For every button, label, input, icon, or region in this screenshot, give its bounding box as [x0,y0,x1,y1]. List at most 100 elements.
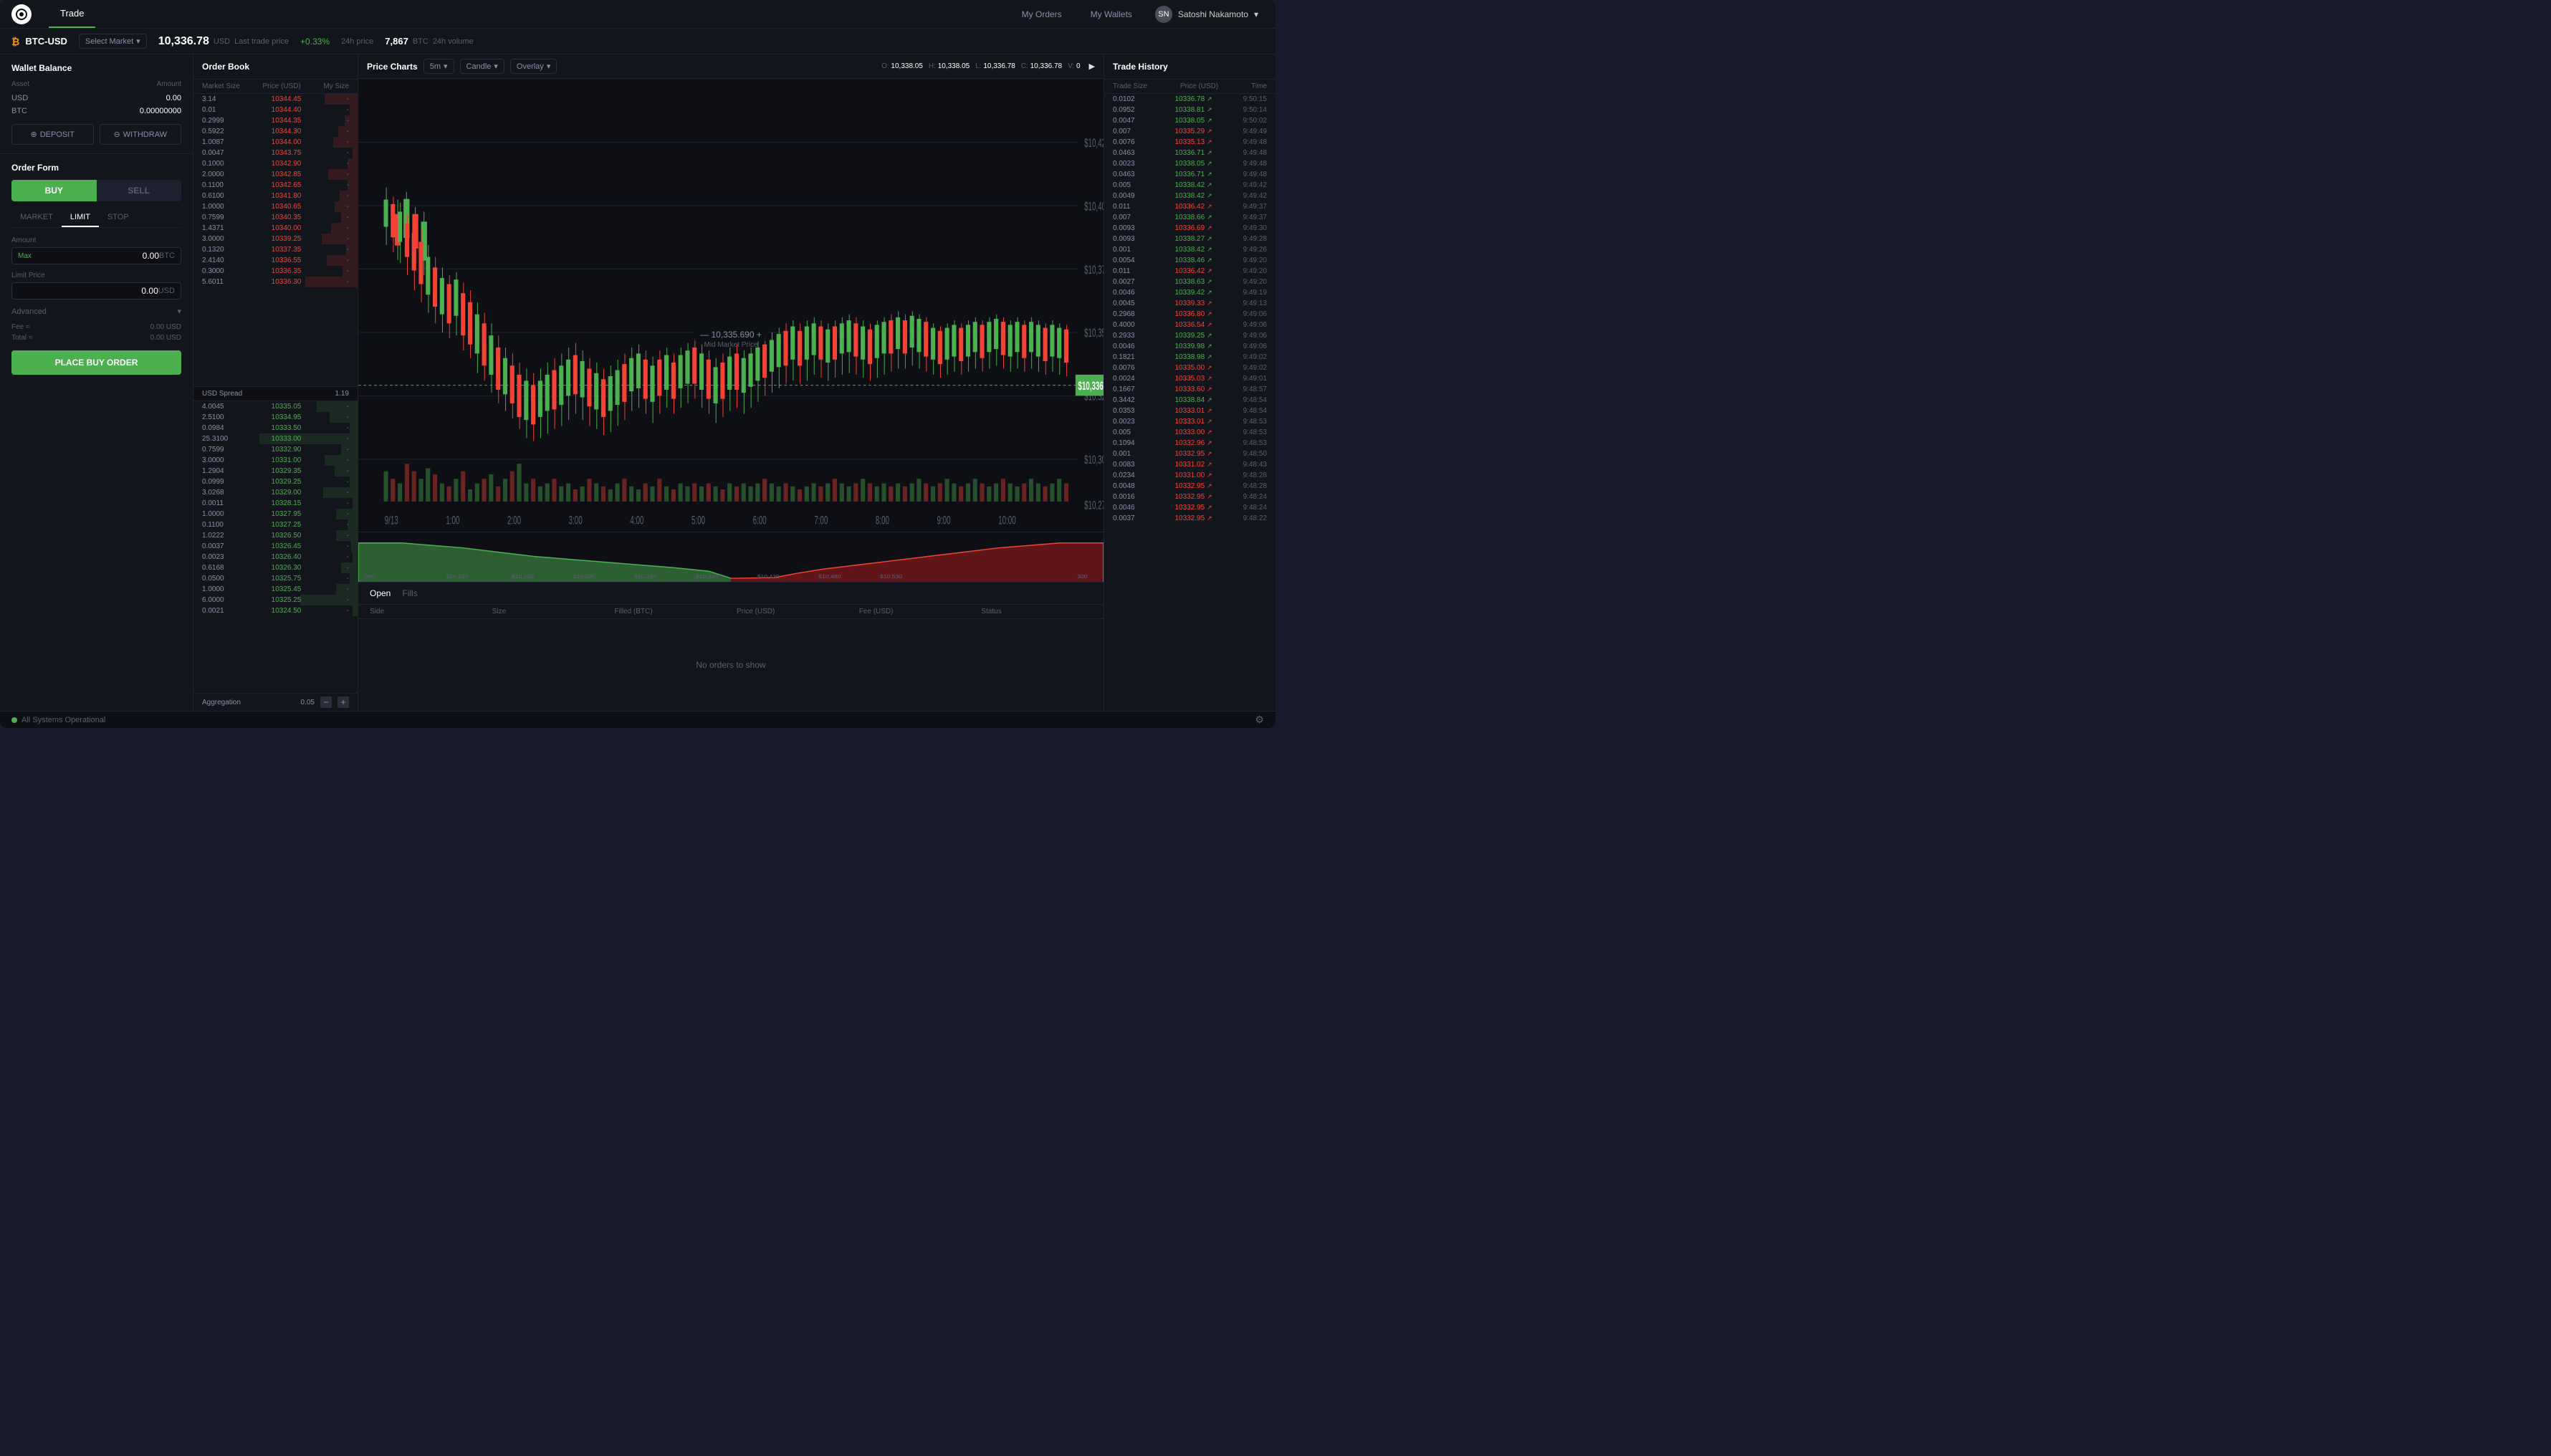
trade-history-row: 0.0037 10332.95 ↗ 9:48:22 [1104,513,1276,524]
ob-ask-row[interactable]: 0.1100 10342.65 - [193,180,358,191]
th-trade-time: 9:48:54 [1235,396,1267,404]
ob-ask-row[interactable]: 0.1320 10337.35 - [193,244,358,255]
order-type-tabs: MARKET LIMIT STOP [11,209,181,228]
sell-tab[interactable]: SELL [97,180,182,201]
timeframe-selector[interactable]: 5m ▾ [423,59,454,74]
th-trade-size: 0.0076 [1113,138,1152,146]
th-trade-price: 10332.95 ↗ [1174,450,1212,458]
ob-ask-row[interactable]: 0.6100 10341.80 - [193,191,358,201]
th-trade-time: 9:49:02 [1235,364,1267,372]
nav-tab-trade[interactable]: Trade [49,0,95,28]
ob-ask-row[interactable]: 1.0000 10340.65 - [193,201,358,212]
ob-ask-row[interactable]: 2.4140 10336.55 - [193,255,358,266]
order-book-title: Order Book [193,54,358,80]
ob-ask-row[interactable]: 3.0000 10339.25 - [193,234,358,244]
svg-text:2:00: 2:00 [507,514,521,527]
th-trade-price: 10338.42 ↗ [1174,246,1212,254]
trade-history-row: 0.011 10336.42 ↗ 9:49:20 [1104,266,1276,277]
logo[interactable] [11,4,32,24]
svg-text:$10,230: $10,230 [512,574,535,580]
ob-ask-row[interactable]: 0.3000 10336.35 - [193,266,358,277]
order-book-spread: USD Spread 1.19 [193,386,358,401]
ob-bid-row[interactable]: 0.0500 10325.75 - [193,573,358,584]
asset-header: Asset [11,80,29,88]
open-orders-tab-open[interactable]: Open [370,588,391,598]
ob-bid-row[interactable]: 4.0045 10335.05 - [193,401,358,412]
th-trade-price: 10333.01 ↗ [1174,407,1212,415]
my-orders-button[interactable]: My Orders [1010,5,1073,24]
trade-history-row: 0.001 10338.42 ↗ 9:49:26 [1104,244,1276,255]
ob-ask-row[interactable]: 1.4371 10340.00 - [193,223,358,234]
stop-tab[interactable]: STOP [99,209,138,227]
my-wallets-button[interactable]: My Wallets [1079,5,1144,24]
ob-ask-row[interactable]: 0.1000 10342.90 - [193,158,358,169]
ob-ask-row[interactable]: 5.6011 10336.30 - [193,277,358,287]
ob-bid-row[interactable]: 1.2904 10329.35 - [193,466,358,476]
th-trade-time: 9:49:20 [1235,257,1267,264]
chart-next-icon[interactable]: ▶ [1089,62,1095,71]
amount-group: Amount Max BTC [11,236,181,264]
ob-bid-row[interactable]: 25.3100 10333.00 - [193,434,358,444]
user-profile[interactable]: SN Satoshi Nakamoto ▾ [1149,3,1264,26]
chart-type-selector[interactable]: Candle ▾ [460,59,504,74]
deposit-button[interactable]: ⊕ DEPOSIT [11,124,94,145]
advanced-row[interactable]: Advanced ▾ [11,307,181,316]
ob-bid-row[interactable]: 0.1100 10327.25 - [193,519,358,530]
withdraw-button[interactable]: ⊖ WITHDRAW [100,124,182,145]
th-trade-time: 9:48:53 [1235,418,1267,426]
ob-ask-row[interactable]: 0.5922 10344.30 - [193,126,358,137]
ob-ask-row[interactable]: 0.2999 10344.35 - [193,115,358,126]
th-trade-time: 9:49:19 [1235,289,1267,297]
asset-usd-amount: 0.00 [166,94,181,102]
th-trade-time: 9:48:24 [1235,504,1267,512]
limit-tab[interactable]: LIMIT [62,209,99,227]
depth-chart: -300 $10,180 $10,230 $10,280 $10,330 $10… [358,532,1104,582]
th-trade-price: 10338.42 ↗ [1174,192,1212,200]
settings-icon[interactable]: ⚙ [1255,714,1264,726]
depth-chart-svg: -300 $10,180 $10,230 $10,280 $10,330 $10… [358,532,1104,582]
trade-history-row: 0.0102 10336.78 ↗ 9:50:15 [1104,94,1276,105]
ob-ask-row[interactable]: 1.0087 10344.00 - [193,137,358,148]
place-order-button[interactable]: PLACE BUY ORDER [11,350,181,375]
ob-bid-row[interactable]: 2.5100 10334.95 - [193,412,358,423]
max-link[interactable]: Max [18,252,32,260]
svg-text:6:00: 6:00 [753,514,767,527]
ob-bid-row[interactable]: 0.0021 10324.50 - [193,605,358,616]
ob-bid-row[interactable]: 0.0037 10326.45 - [193,541,358,552]
ob-bid-row[interactable]: 6.0000 10325.25 - [193,595,358,605]
th-trade-size: 0.001 [1113,450,1152,458]
aggregation-plus-button[interactable]: + [338,696,349,708]
aggregation-minus-button[interactable]: − [320,696,332,708]
ob-ask-row[interactable]: 0.7599 10340.35 - [193,212,358,223]
ob-bid-row[interactable]: 0.0984 10333.50 - [193,423,358,434]
open-orders-tab-fills[interactable]: Fills [402,588,417,598]
limit-price-input[interactable] [18,286,158,296]
ob-ask-row[interactable]: 2.0000 10342.85 - [193,169,358,180]
th-trade-time: 9:49:01 [1235,375,1267,383]
ob-bid-row[interactable]: 0.7599 10332.90 - [193,444,358,455]
aggregation-controls: 0.05 − + [301,696,349,708]
ob-ask-row[interactable]: 0.01 10344.40 - [193,105,358,115]
ob-ask-row[interactable]: 0.0047 10343.75 - [193,148,358,158]
ob-bid-row[interactable]: 3.0268 10329.00 - [193,487,358,498]
ob-ask-row[interactable]: 3.14 10344.45 - [193,94,358,105]
ob-bid-row[interactable]: 1.0000 10327.95 - [193,509,358,519]
market-select-dropdown[interactable]: Select Market ▾ [79,34,147,49]
ob-bid-row[interactable]: 0.0999 10329.25 - [193,476,358,487]
open-orders-col-headers: Side Size Filled (BTC) Price (USD) Fee (… [358,605,1104,619]
ob-bid-row[interactable]: 1.0000 10325.45 - [193,584,358,595]
overlay-selector[interactable]: Overlay ▾ [510,59,557,74]
ob-bid-row[interactable]: 3.0000 10331.00 - [193,455,358,466]
market-tab[interactable]: MARKET [11,209,62,227]
ob-bid-row[interactable]: 0.0011 10328.15 - [193,498,358,509]
market-pair-label: BTC-USD [25,36,67,47]
ob-bid-row[interactable]: 1.0222 10326.50 - [193,530,358,541]
buy-tab[interactable]: BUY [11,180,97,201]
th-trade-time: 9:48:24 [1235,493,1267,501]
amount-input[interactable] [34,251,159,261]
th-trade-time: 9:49:02 [1235,353,1267,361]
buy-sell-tabs: BUY SELL [11,180,181,201]
th-trade-size: 0.0054 [1113,257,1152,264]
ob-bid-row[interactable]: 0.0023 10326.40 - [193,552,358,562]
ob-bid-row[interactable]: 0.6168 10326.30 - [193,562,358,573]
